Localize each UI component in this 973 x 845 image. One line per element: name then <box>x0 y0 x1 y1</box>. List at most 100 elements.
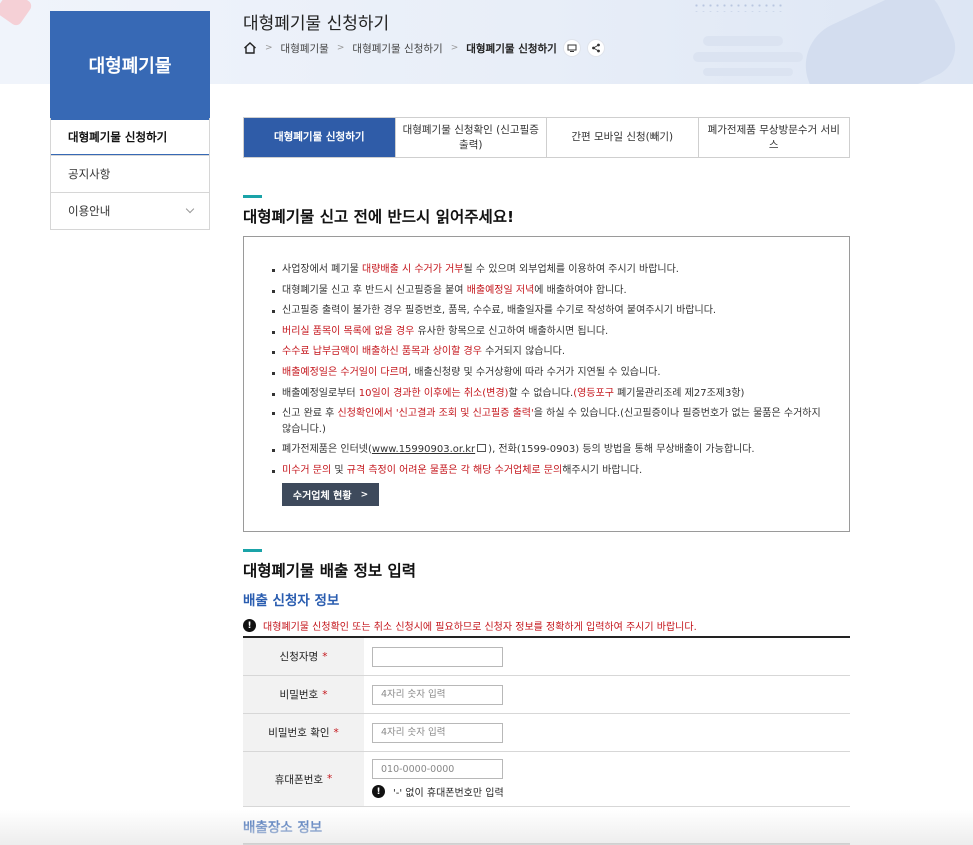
notice-text: 배출예정일로부터 <box>282 387 359 399</box>
notice-text: 및 <box>331 464 347 476</box>
notice-item: 수수료 납부금액이 배출하신 품목과 상이할 경우 수거되지 않습니다. <box>272 342 829 363</box>
form-row-password-confirm: 비밀번호 확인 * <box>243 714 850 752</box>
notice-text: 에 배출하여야 합니다. <box>534 284 627 296</box>
applicant-alert-text: 대형폐기물 신청확인 또는 취소 신청시에 필요하므로 신청자 정보를 정확하게… <box>263 622 697 633</box>
notice-text: 대형폐기물 신고 후 반드시 신고필증을 붙여 <box>282 284 467 296</box>
breadcrumb-separator: > <box>336 43 345 53</box>
section-accent-bar <box>243 549 262 552</box>
collector-status-button[interactable]: 수거업체 현황 > <box>282 483 379 506</box>
banner-decoration <box>693 2 783 12</box>
breadcrumb-separator: > <box>450 43 459 53</box>
notice-text: 폐가전제품은 인터넷( <box>282 444 372 456</box>
exclamation-icon: ! <box>372 785 385 798</box>
notice-text: 될 수 있으며 외부업체를 이용하여 주시기 바랍니다. <box>463 264 679 275</box>
password-confirm-input[interactable] <box>372 722 503 743</box>
notice-list: 사업장에서 폐기물 대량배출 시 수거가 거부될 수 있으며 외부업체를 이용하… <box>272 260 829 481</box>
notice-text: 수수료 납부금액이 배출하신 품목과 상이할 경우 <box>282 346 482 358</box>
share-icon[interactable] <box>586 39 605 57</box>
banner-decoration <box>0 0 34 28</box>
banner-decoration <box>703 68 793 76</box>
sidebar-item-apply[interactable]: 대형폐기물 신청하기 <box>51 118 209 155</box>
tab-mobile[interactable]: 간편 모바일 신청(빼기) <box>546 118 698 157</box>
applicant-name-input[interactable] <box>372 646 503 667</box>
sidebar-title: 대형폐기물 <box>50 11 210 118</box>
form-row-password: 비밀번호 * <box>243 676 850 714</box>
banner-decoration <box>791 0 965 84</box>
notice-title: 대형폐기물 신고 전에 반드시 읽어주세요! <box>243 208 515 226</box>
collector-status-label: 수거업체 현황 <box>292 491 352 502</box>
sidebar-item-label: 공지사항 <box>68 167 111 181</box>
notice-item: 대형폐기물 신고 후 반드시 신고필증을 붙여 배출예정일 저녁에 배출하여야 … <box>272 281 829 302</box>
notice-text: 신고 완료 후 <box>282 408 338 420</box>
breadcrumb-separator: > <box>265 43 273 53</box>
required-mark: * <box>322 688 328 701</box>
notice-text: 버리실 품목이 목록에 없을 경우 <box>282 325 415 337</box>
banner-decoration <box>693 52 803 62</box>
notice-box: 사업장에서 폐기물 대량배출 시 수거가 거부될 수 있으며 외부업체를 이용하… <box>243 236 850 532</box>
breadcrumb-item[interactable]: 대형폐기물 신청하기 <box>352 41 442 56</box>
section-accent-bar <box>243 195 262 198</box>
field-label: 비밀번호 확인 * <box>243 714 364 751</box>
notice-text: 규격 측정이 어려운 물품은 각 해당 수거업체로 문의 <box>346 464 563 476</box>
field-label-text: 비밀번호 확인 <box>268 727 330 739</box>
notice-text: 사업장에서 폐기물 <box>282 264 362 275</box>
notice-text: 배출예정일은 수거일이 다르며 <box>282 366 408 378</box>
sidebar-item-notice[interactable]: 공지사항 <box>51 155 209 192</box>
notice-text: 10일이 경과한 이후에는 취소(변경) <box>358 387 509 399</box>
breadcrumb: > 대형폐기물 > 대형폐기물 신청하기 > 대형폐기물 신청하기 <box>243 39 605 57</box>
content-tabs: 대형폐기물 신청하기 대형폐기물 신청확인 (신고필증 출력) 간편 모바일 신… <box>243 117 850 158</box>
page-title: 대형폐기물 신청하기 <box>243 14 390 34</box>
print-icon[interactable] <box>562 39 581 57</box>
notice-item: 신고필증 출력이 불가한 경우 필증번호, 품목, 수수료, 배출일자를 수기로… <box>272 301 829 322</box>
home-icon[interactable] <box>243 41 257 55</box>
sidebar-item-guide[interactable]: 이용안내 <box>51 192 209 229</box>
notice-text: 신고필증 출력이 불가한 경우 필증번호, 품목, 수수료, 배출일자를 수기로… <box>282 305 717 317</box>
notice-text: (영등포구 <box>573 387 614 399</box>
notice-link[interactable]: www.15990903.or.kr <box>372 444 475 455</box>
form-row-phone: 휴대폰번호* ! '-' 없이 휴대폰번호만 입력 <box>243 752 850 807</box>
notice-text: ), 전화(1599-0903) 등의 방법을 통해 무상배출이 가능합니다. <box>488 444 755 456</box>
applicant-info-title: 배출 신청자 정보 <box>243 593 340 609</box>
chevron-right-icon: > <box>360 489 369 500</box>
field-label-text: 비밀번호 <box>279 689 319 701</box>
tab-confirm[interactable]: 대형폐기물 신청확인 (신고필증 출력) <box>394 118 547 157</box>
notice-item: 배출예정일은 수거일이 다르며, 배출신청량 및 수거상황에 따라 수거가 지연… <box>272 363 829 384</box>
notice-text: , 배출신청량 및 수거상황에 따라 수거가 지연될 수 있습니다. <box>407 366 661 378</box>
sidebar-item-label: 이용안내 <box>68 204 111 218</box>
notice-item: 버리실 품목이 목록에 없을 경우 유사한 항목으로 신고하여 배출하시면 됩니… <box>272 322 829 343</box>
notice-text: 신청확인에서 '신고결과 조회 및 신고필증 출력' <box>337 408 534 420</box>
notice-item: 사업장에서 폐기물 대량배출 시 수거가 거부될 수 있으며 외부업체를 이용하… <box>272 260 829 281</box>
tab-apply[interactable]: 대형폐기물 신청하기 <box>244 118 395 157</box>
field-label-text: 신청자명 <box>279 651 319 663</box>
notice-item: 배출예정일로부터 10일이 경과한 이후에는 취소(변경)할 수 없습니다.(영… <box>272 384 829 405</box>
field-label: 휴대폰번호 * <box>243 752 364 806</box>
sidebar-menu: 대형폐기물 신청하기 공지사항 이용안내 <box>50 118 210 230</box>
applicant-alert: ! 대형폐기물 신청확인 또는 취소 신청시에 필요하므로 신청자 정보를 정확… <box>243 618 697 633</box>
field-label: 비밀번호 * <box>243 676 364 713</box>
applicant-form: 신청자명* 비밀번호* 비밀번호 확인* 휴대폰번호* ! '-' 없이 휴대폰… <box>243 636 850 807</box>
notice-text: 미수거 문의 <box>282 464 332 476</box>
required-mark: * <box>333 726 339 739</box>
location-info-title: 배출장소 정보 <box>243 820 323 836</box>
field-label-text: 휴대폰번호 <box>274 773 324 786</box>
form-section-title: 대형폐기물 배출 정보 입력 <box>243 562 417 580</box>
required-mark: * <box>322 650 328 663</box>
required-mark: * <box>327 773 333 785</box>
exclamation-icon: ! <box>243 619 256 632</box>
bottom-fade <box>0 810 973 845</box>
form-row-name: 신청자명 * <box>243 638 850 676</box>
breadcrumb-current: 대형폐기물 신청하기 <box>466 42 557 55</box>
notice-text: 대량배출 시 수거가 거부 <box>361 264 464 275</box>
notice-text: 폐기물관리조례 제27조제3항) <box>613 387 745 399</box>
tab-appliance-pickup[interactable]: 폐가전제품 무상방문수거 서비스 <box>697 118 850 157</box>
breadcrumb-item[interactable]: 대형폐기물 <box>281 41 329 56</box>
phone-input[interactable] <box>372 759 503 779</box>
phone-hint-text: '-' 없이 휴대폰번호만 입력 <box>393 788 504 799</box>
notice-text: 할 수 없습니다. <box>508 387 574 399</box>
banner-decoration <box>703 36 783 46</box>
password-input[interactable] <box>372 684 503 705</box>
notice-text: 해주시기 바랍니다. <box>562 464 643 476</box>
chevron-down-icon <box>185 204 195 214</box>
notice-text: 배출예정일 저녁 <box>466 284 535 296</box>
sidebar-item-label: 대형폐기물 신청하기 <box>68 130 168 144</box>
